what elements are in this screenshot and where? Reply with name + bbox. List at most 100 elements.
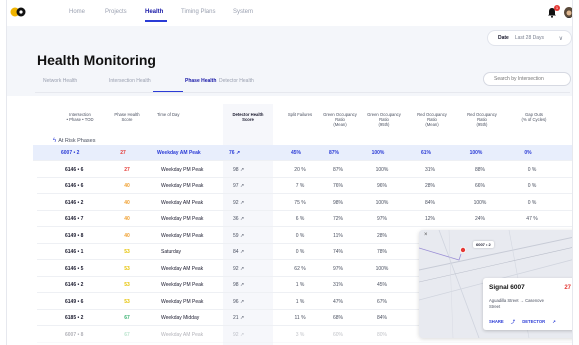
cell-dhs[interactable]: 96 ↗ (233, 299, 244, 305)
date-range-select[interactable]: Date Last 28 Days ∨ (487, 30, 572, 46)
table-row[interactable]: 6007 • 2 27 Weekday AM Peak 76 ↗ 45% 87% 100% 6… (33, 145, 572, 161)
header-time-of-day[interactable]: Time of Day (157, 112, 197, 117)
header-phase-score[interactable]: Phase Health Score (109, 112, 145, 122)
cell-sf: 7 % (295, 183, 305, 189)
cell-rm: 61% (420, 150, 431, 156)
notification-badge: 1 (554, 5, 560, 11)
cell-sf: 3 % (295, 331, 305, 338)
cell-score: 40 (124, 216, 130, 222)
cell-sf: 45% (290, 150, 301, 156)
header-gm-sub2: (Mean) (333, 122, 347, 127)
table-row[interactable]: 6146 • 2 40 Weekday AM Peak 92 ↗ 75 % 98% 100%… (37, 195, 572, 211)
cell-dhs[interactable]: 98 ↗ (233, 282, 244, 288)
cell-sf: 0 % (295, 249, 305, 255)
detector-link[interactable]: DETECTOR ↗ (522, 319, 556, 324)
header-green-occ-mean[interactable]: Green Occupancy Ratio (Mean) (317, 112, 363, 127)
cell-dhs[interactable]: 84 ↗ (233, 249, 244, 255)
cell-rm: 28% (424, 183, 435, 189)
cell-score: 27 (120, 150, 126, 156)
tabs-divider (35, 92, 570, 93)
cell-r5: 66% (474, 183, 485, 189)
tab-detector-health[interactable]: Detector Health (219, 78, 254, 84)
cell-id: 6185 • 2 (65, 315, 84, 321)
cell-tod: Weekday PM Peak (161, 232, 204, 239)
cell-rm: 84% (424, 199, 435, 206)
map-popup[interactable]: × 6007 • 2 Signal 6007 27 Aguadilla Stre… (419, 230, 572, 338)
header-detector-health[interactable]: Detector Health Score (225, 112, 271, 122)
cell-tod: Weekday PM Peak (161, 298, 204, 305)
cell-g5: 84% (376, 315, 387, 321)
cell-g5: 67% (376, 298, 387, 305)
cell-dhs[interactable]: 76 ↗ (229, 150, 240, 156)
detector-label: DETECTOR (522, 319, 546, 324)
cell-dhs[interactable]: 98 ↗ (233, 167, 244, 173)
header-gap-outs[interactable]: Gap Outs (% of Cycles) (511, 112, 557, 122)
header-red-occ-mean[interactable]: Red Occupancy Ratio (Mean) (409, 112, 455, 127)
cell-dhs[interactable]: 21 ↗ (233, 315, 244, 321)
cell-tod: Weekday PM Peak (161, 216, 204, 222)
cell-id: 6146 • 2 (65, 199, 84, 206)
cell-score: 40 (124, 232, 130, 239)
tab-intersection-health[interactable]: Intersection Health (109, 78, 151, 84)
cell-gm: 31% (332, 282, 343, 288)
header-intersection[interactable]: Intersection • Phase • TOD (55, 112, 105, 122)
group-label: ϟ At Risk Phases (53, 138, 95, 144)
cell-go: 0 % (527, 183, 537, 189)
cell-score: 53 (124, 282, 130, 288)
cell-sf: 1 % (295, 298, 305, 305)
cell-gm: 60% (332, 331, 343, 338)
cell-dhs[interactable]: 36 ↗ (233, 216, 244, 222)
bolt-icon: ϟ (53, 138, 57, 144)
cell-sf: 6 % (295, 216, 305, 222)
search-input[interactable] (483, 72, 571, 86)
avatar[interactable] (564, 7, 572, 18)
nav-timing-plans[interactable]: Timing Plans (181, 9, 215, 15)
tab-phase-health[interactable]: Phase Health (185, 78, 216, 84)
cell-go: 0 % (527, 166, 537, 173)
cell-tod: Weekday PM Peak (161, 183, 204, 189)
cell-gm: 97% (332, 265, 343, 272)
cell-dhs[interactable]: 59 ↗ (233, 233, 244, 239)
signal-address: Aguadilla Street → Casenove Street (489, 298, 544, 309)
cell-tod: Weekday AM Peak (161, 199, 204, 206)
cell-tod: Weekday Midday (161, 315, 200, 321)
share-label: SHARE (489, 319, 504, 324)
cell-id: 6146 • 5 (65, 265, 84, 272)
header-red-occ-95th[interactable]: Red Occupancy Ratio (95th) (459, 112, 505, 127)
table-row[interactable]: 6146 • 7 40 Weekday PM Peak 36 ↗ 6 % 72% 97% 12… (37, 211, 572, 227)
nav-health[interactable]: Health (145, 9, 163, 15)
nav-home[interactable]: Home (69, 9, 85, 15)
cell-dhs[interactable]: 92 ↗ (233, 266, 244, 272)
map-signal-tag[interactable]: 6007 • 2 (473, 241, 494, 248)
nav-projects[interactable]: Projects (105, 9, 127, 15)
app-frame: Home Projects Health Timing Plans System… (6, 0, 573, 345)
table-row[interactable]: 6146 • 6 40 Weekday PM Peak 97 ↗ 7 % 76% 96% 28… (37, 178, 572, 194)
close-icon[interactable]: × (424, 232, 428, 238)
signal-marker-icon[interactable] (459, 246, 467, 254)
cell-gm: 98% (332, 199, 343, 206)
table-row[interactable]: 6146 • 6 27 Weekday PM Peak 98 ↗ 20 % 87% 100%… (37, 162, 572, 178)
cell-rm: 12% (424, 216, 435, 222)
cell-dhs[interactable]: 92 ↗ (233, 332, 244, 338)
cell-g5: 100% (371, 150, 385, 156)
cell-g5: 97% (376, 216, 387, 222)
cell-r5: 100% (473, 199, 487, 206)
cell-score: 27 (124, 166, 130, 173)
cell-go: 0% (524, 150, 532, 156)
header-go-sub: (% of Cycles) (521, 117, 547, 122)
tab-network-health[interactable]: Network Health (43, 78, 77, 84)
cell-g5: 100% (375, 265, 389, 272)
logo-icon[interactable] (10, 6, 26, 18)
cell-gm: 11% (333, 232, 343, 239)
cell-dhs[interactable]: 92 ↗ (233, 200, 244, 206)
cell-score: 53 (124, 265, 130, 272)
nav-system[interactable]: System (233, 9, 253, 15)
cell-id: 6146 • 6 (65, 166, 84, 173)
cell-gm: 72% (332, 216, 343, 222)
cell-tod: Weekday AM Peak (161, 331, 204, 338)
date-label: Date (498, 35, 509, 41)
cell-score: 40 (124, 183, 130, 189)
cell-dhs[interactable]: 97 ↗ (233, 183, 244, 189)
share-link[interactable]: SHARE ⤴ (489, 319, 515, 324)
header-green-occ-95th[interactable]: Green Occupancy Ratio (95th) (361, 112, 407, 127)
